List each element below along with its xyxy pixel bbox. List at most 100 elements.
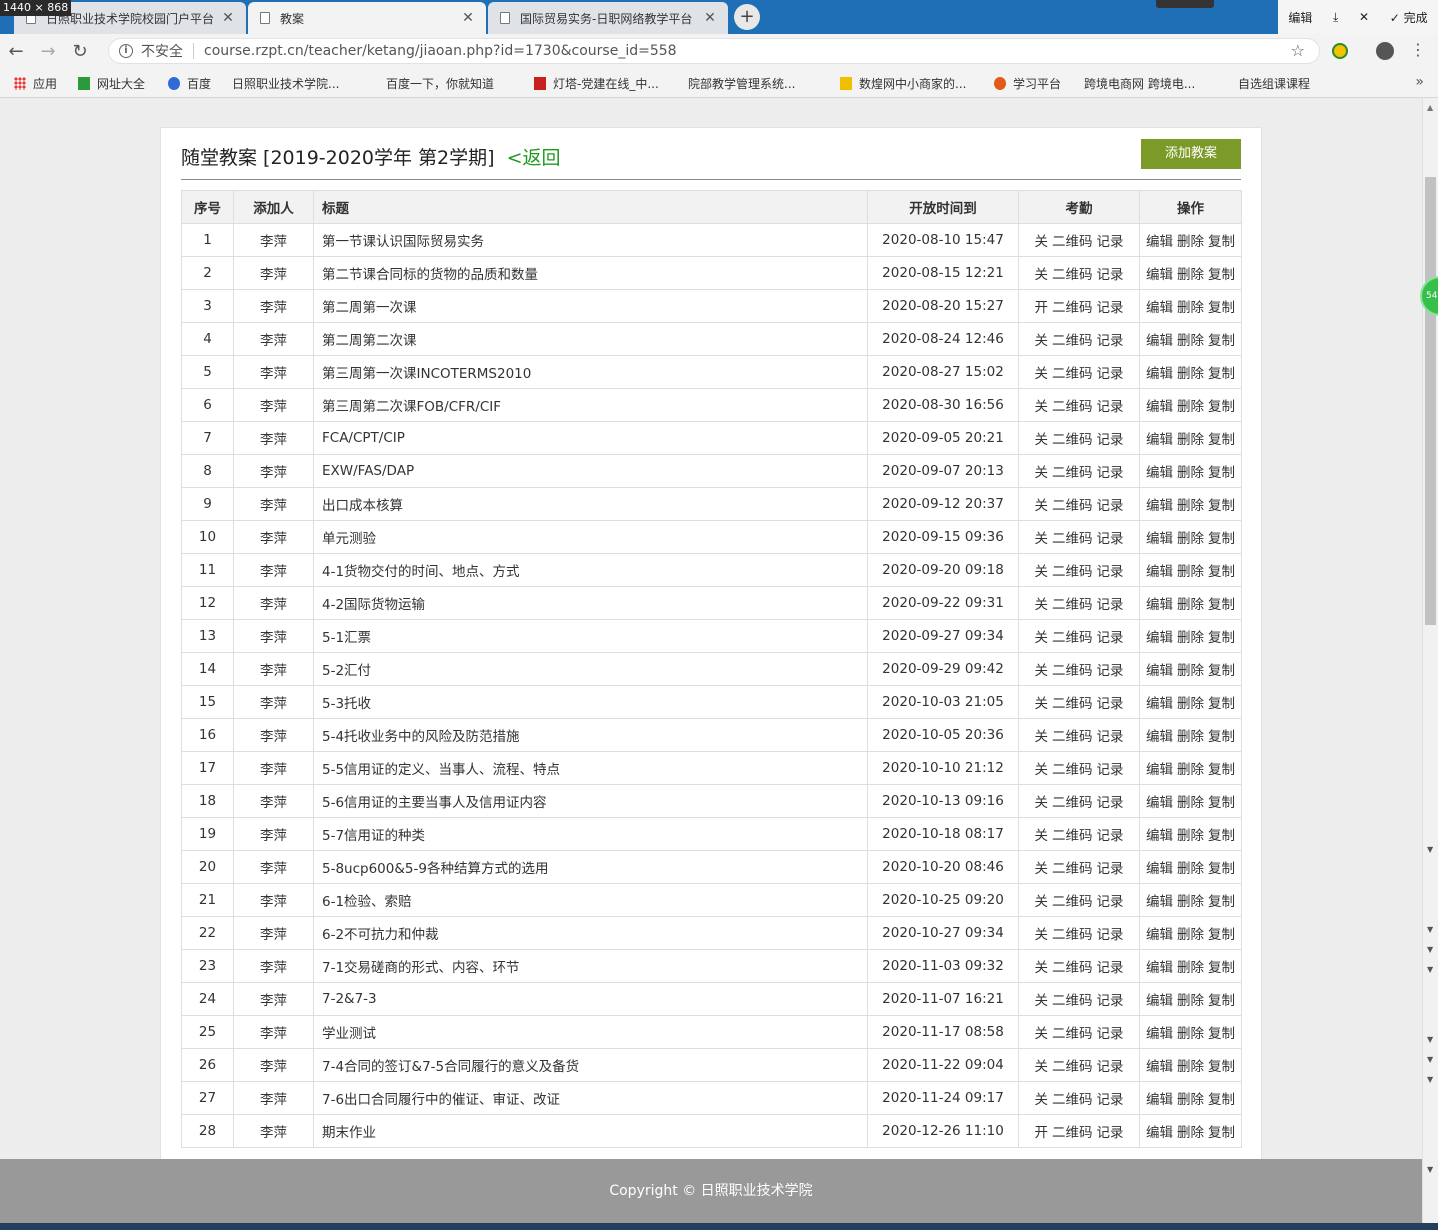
attendance-toggle[interactable]: 关	[1035, 333, 1049, 349]
copy-link[interactable]: 复制	[1208, 366, 1235, 382]
delete-link[interactable]: 删除	[1177, 1125, 1204, 1141]
attendance-toggle[interactable]: 关	[1035, 234, 1049, 250]
delete-link[interactable]: 删除	[1177, 564, 1204, 580]
back-arrow-icon[interactable]: ←	[0, 41, 32, 62]
page-scrollbar[interactable]: ▲ ▼ ▼ ▼ ▼ ▼ ▼ ▼ ▼	[1422, 99, 1438, 1230]
attendance-toggle[interactable]: 关	[1035, 861, 1049, 877]
new-tab-button[interactable]: +	[734, 4, 760, 30]
record-link[interactable]: 记录	[1097, 498, 1124, 514]
record-link[interactable]: 记录	[1097, 894, 1124, 910]
add-lesson-plan-button[interactable]: 添加教案	[1141, 139, 1241, 169]
qr-code-link[interactable]: 二维码	[1052, 366, 1093, 382]
copy-link[interactable]: 复制	[1208, 234, 1235, 250]
copy-link[interactable]: 复制	[1208, 894, 1235, 910]
attendance-toggle[interactable]: 关	[1035, 432, 1049, 448]
copy-link[interactable]: 复制	[1208, 333, 1235, 349]
copy-link[interactable]: 复制	[1208, 1092, 1235, 1108]
edit-link[interactable]: 编辑	[1146, 234, 1173, 250]
attendance-toggle[interactable]: 关	[1035, 597, 1049, 613]
scroll-down-arrow-icon[interactable]: ▼	[1427, 1055, 1433, 1064]
profile-icon[interactable]	[1376, 42, 1394, 60]
attendance-toggle[interactable]: 关	[1035, 267, 1049, 283]
edit-link[interactable]: 编辑	[1146, 564, 1173, 580]
record-link[interactable]: 记录	[1097, 564, 1124, 580]
edit-link[interactable]: 编辑	[1146, 597, 1173, 613]
edit-link[interactable]: 编辑	[1146, 1059, 1173, 1075]
edit-link[interactable]: 编辑	[1146, 1026, 1173, 1042]
more-menu-icon[interactable]: ⋮	[1410, 40, 1426, 59]
qr-code-link[interactable]: 二维码	[1052, 729, 1093, 745]
record-link[interactable]: 记录	[1097, 432, 1124, 448]
edit-link[interactable]: 编辑	[1146, 960, 1173, 976]
bookmark-item[interactable]: 跨境电商网 跨境电...	[1084, 75, 1195, 187]
delete-link[interactable]: 删除	[1177, 894, 1204, 910]
edit-link[interactable]: 编辑	[1146, 366, 1173, 382]
delete-link[interactable]: 删除	[1177, 960, 1204, 976]
delete-link[interactable]: 删除	[1177, 432, 1204, 448]
edit-button[interactable]: 编辑	[1288, 9, 1312, 26]
attendance-toggle[interactable]: 关	[1035, 960, 1049, 976]
attendance-toggle[interactable]: 关	[1035, 828, 1049, 844]
record-link[interactable]: 记录	[1097, 993, 1124, 1009]
record-link[interactable]: 记录	[1097, 597, 1124, 613]
copy-link[interactable]: 复制	[1208, 564, 1235, 580]
attendance-toggle[interactable]: 关	[1035, 531, 1049, 547]
qr-code-link[interactable]: 二维码	[1052, 1059, 1093, 1075]
copy-link[interactable]: 复制	[1208, 432, 1235, 448]
copy-link[interactable]: 复制	[1208, 498, 1235, 514]
qr-code-link[interactable]: 二维码	[1052, 1125, 1093, 1141]
delete-link[interactable]: 删除	[1177, 993, 1204, 1009]
edit-link[interactable]: 编辑	[1146, 894, 1173, 910]
edit-link[interactable]: 编辑	[1146, 663, 1173, 679]
qr-code-link[interactable]: 二维码	[1052, 333, 1093, 349]
qr-code-link[interactable]: 二维码	[1052, 960, 1093, 976]
url-input[interactable]: i 不安全 course.rzpt.cn/teacher/ketang/jiao…	[108, 38, 1320, 64]
star-icon[interactable]: ☆	[1291, 41, 1305, 60]
copy-link[interactable]: 复制	[1208, 267, 1235, 283]
scroll-up-arrow-icon[interactable]: ▲	[1427, 103, 1433, 112]
close-icon[interactable]: ✕	[220, 10, 236, 26]
record-link[interactable]: 记录	[1097, 465, 1124, 481]
record-link[interactable]: 记录	[1097, 333, 1124, 349]
qr-code-link[interactable]: 二维码	[1052, 1026, 1093, 1042]
copy-link[interactable]: 复制	[1208, 531, 1235, 547]
edit-link[interactable]: 编辑	[1146, 762, 1173, 778]
record-link[interactable]: 记录	[1097, 663, 1124, 679]
delete-link[interactable]: 删除	[1177, 927, 1204, 943]
edit-link[interactable]: 编辑	[1146, 1125, 1173, 1141]
delete-link[interactable]: 删除	[1177, 663, 1204, 679]
delete-link[interactable]: 删除	[1177, 861, 1204, 877]
attendance-toggle[interactable]: 关	[1035, 1026, 1049, 1042]
edit-link[interactable]: 编辑	[1146, 300, 1173, 316]
edit-link[interactable]: 编辑	[1146, 630, 1173, 646]
copy-link[interactable]: 复制	[1208, 465, 1235, 481]
copy-link[interactable]: 复制	[1208, 795, 1235, 811]
scroll-down-arrow-icon[interactable]: ▼	[1427, 1165, 1433, 1174]
record-link[interactable]: 记录	[1097, 1125, 1124, 1141]
attendance-toggle[interactable]: 开	[1035, 1125, 1049, 1141]
edit-link[interactable]: 编辑	[1146, 828, 1173, 844]
copy-link[interactable]: 复制	[1208, 960, 1235, 976]
attendance-toggle[interactable]: 关	[1035, 894, 1049, 910]
attendance-toggle[interactable]: 关	[1035, 366, 1049, 382]
edit-link[interactable]: 编辑	[1146, 531, 1173, 547]
tab-jiaoan[interactable]: 教案 ✕	[248, 2, 486, 34]
edit-link[interactable]: 编辑	[1146, 399, 1173, 415]
done-button[interactable]: ✓ 完成	[1390, 9, 1428, 26]
record-link[interactable]: 记录	[1097, 399, 1124, 415]
record-link[interactable]: 记录	[1097, 1026, 1124, 1042]
edit-link[interactable]: 编辑	[1146, 267, 1173, 283]
bookmark-item[interactable]: 百度一下，你就知道	[386, 75, 494, 187]
qr-code-link[interactable]: 二维码	[1052, 531, 1093, 547]
qr-code-link[interactable]: 二维码	[1052, 399, 1093, 415]
scroll-down-arrow-icon[interactable]: ▼	[1427, 925, 1433, 934]
qr-code-link[interactable]: 二维码	[1052, 993, 1093, 1009]
delete-link[interactable]: 删除	[1177, 696, 1204, 712]
delete-link[interactable]: 删除	[1177, 1026, 1204, 1042]
attendance-toggle[interactable]: 关	[1035, 795, 1049, 811]
copy-link[interactable]: 复制	[1208, 1125, 1235, 1141]
bookmark-item[interactable]: 应用	[14, 75, 57, 91]
edit-link[interactable]: 编辑	[1146, 993, 1173, 1009]
forward-arrow-icon[interactable]: →	[32, 41, 64, 62]
delete-link[interactable]: 删除	[1177, 828, 1204, 844]
